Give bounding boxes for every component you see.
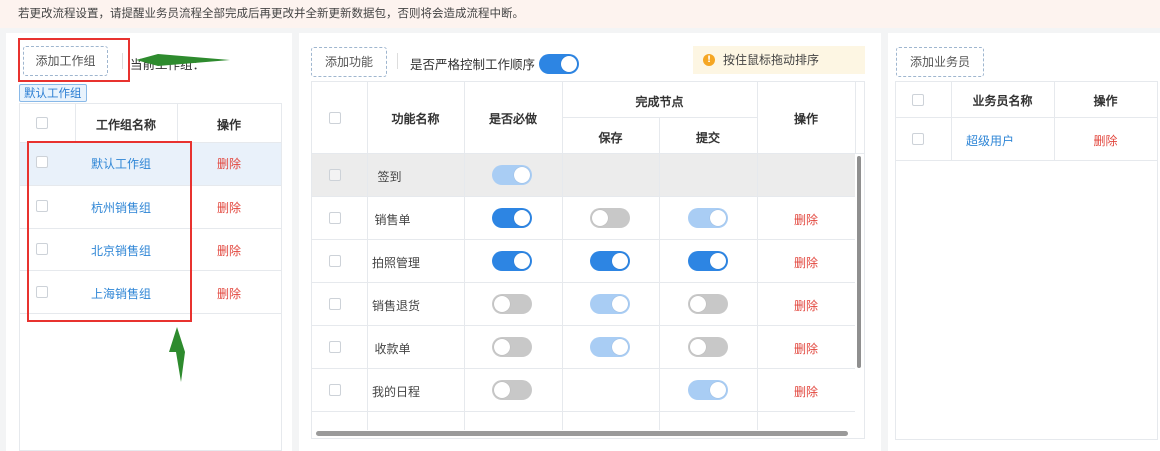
sort-hint-notice: ! 按住鼠标拖动排序: [693, 46, 865, 74]
strict-order-toggle[interactable]: [539, 54, 579, 74]
header-required: 是否必做: [488, 112, 537, 126]
row-checkbox[interactable]: [329, 169, 341, 181]
delete-link[interactable]: 删除: [177, 242, 281, 259]
staff-link[interactable]: 超级用户: [951, 132, 1029, 149]
row-line: [311, 368, 855, 369]
current-group-tag[interactable]: 默认工作组: [19, 84, 87, 102]
delete-link[interactable]: 删除: [177, 155, 281, 172]
save-toggle[interactable]: [590, 337, 630, 357]
required-toggle[interactable]: [492, 208, 532, 228]
add-function-button[interactable]: 添加功能: [311, 47, 387, 77]
add-staff-button[interactable]: 添加业务员: [896, 47, 984, 77]
row-checkbox[interactable]: [329, 212, 341, 224]
row-line: [311, 411, 855, 412]
header-staff-action: 操作: [1093, 94, 1118, 108]
row-checkbox[interactable]: [912, 133, 924, 145]
function-name: 签到: [377, 170, 402, 184]
function-name: 销售退货: [371, 299, 420, 313]
save-toggle[interactable]: [590, 251, 630, 271]
function-name: 收款单: [374, 342, 411, 356]
current-group-divider: [122, 53, 123, 69]
select-all-checkbox[interactable]: [36, 117, 48, 129]
highlight-add-workgroup: [18, 38, 130, 82]
row-line: [311, 239, 855, 240]
header-function-action: 操作: [793, 112, 818, 126]
strict-order-label: 是否严格控制工作顺序: [410, 57, 536, 72]
current-group-label: 当前工作组：: [130, 57, 206, 72]
warning-banner: 若更改流程设置，请提醒业务员流程全部完成后再更改并全新更新数据包，否则将会造成流…: [0, 0, 1160, 28]
delete-link[interactable]: 删除: [757, 297, 855, 314]
header-staff-name: 业务员名称: [972, 94, 1033, 108]
submit-toggle[interactable]: [688, 380, 728, 400]
highlight-workgroup-list: [27, 141, 192, 322]
submit-toggle[interactable]: [688, 294, 728, 314]
warning-icon: !: [703, 53, 715, 66]
header-save: 保存: [598, 131, 623, 145]
submit-toggle[interactable]: [688, 208, 728, 228]
row-line: [311, 282, 855, 283]
header-function-name: 功能名称: [391, 112, 440, 126]
delete-link[interactable]: 删除: [1054, 132, 1157, 149]
delete-link[interactable]: 删除: [177, 285, 281, 302]
mid-body-col-line: [464, 154, 465, 430]
save-toggle[interactable]: [590, 294, 630, 314]
strict-order-divider: [397, 53, 398, 69]
function-name: 拍照管理: [371, 256, 420, 270]
delete-link[interactable]: 删除: [757, 211, 855, 228]
delete-link[interactable]: 删除: [757, 383, 855, 400]
mid-body-col-line: [562, 154, 563, 430]
submit-toggle[interactable]: [688, 251, 728, 271]
delete-link[interactable]: 删除: [757, 340, 855, 357]
right-header-line: [895, 117, 1158, 118]
function-name: 销售单: [374, 213, 411, 227]
submit-toggle[interactable]: [688, 337, 728, 357]
header-complete-node: 完成节点: [635, 95, 684, 109]
required-toggle[interactable]: [492, 380, 532, 400]
header-group-action: 操作: [216, 118, 241, 132]
row-line: [311, 325, 855, 326]
row-checkbox[interactable]: [329, 341, 341, 353]
row-checkbox[interactable]: [329, 255, 341, 267]
row-checkbox[interactable]: [329, 384, 341, 396]
row-line: [311, 196, 855, 197]
required-toggle[interactable]: [492, 294, 532, 314]
right-row-line: [895, 160, 1158, 161]
required-toggle[interactable]: [492, 251, 532, 271]
header-submit: 提交: [695, 131, 720, 145]
mid-body-col-line: [659, 154, 660, 430]
required-toggle[interactable]: [492, 337, 532, 357]
save-toggle[interactable]: [590, 208, 630, 228]
mid-col-line: [855, 81, 856, 153]
sort-hint-text: 按住鼠标拖动排序: [723, 53, 820, 67]
select-all-checkbox[interactable]: [912, 94, 924, 106]
delete-link[interactable]: 删除: [757, 254, 855, 271]
row-checkbox[interactable]: [329, 298, 341, 310]
vertical-scrollbar[interactable]: [857, 156, 861, 368]
select-all-checkbox[interactable]: [329, 112, 341, 124]
required-toggle[interactable]: [492, 165, 532, 185]
horizontal-scrollbar[interactable]: [316, 431, 848, 436]
delete-link[interactable]: 删除: [177, 199, 281, 216]
function-name: 我的日程: [371, 385, 420, 399]
header-group-name: 工作组名称: [95, 118, 156, 132]
